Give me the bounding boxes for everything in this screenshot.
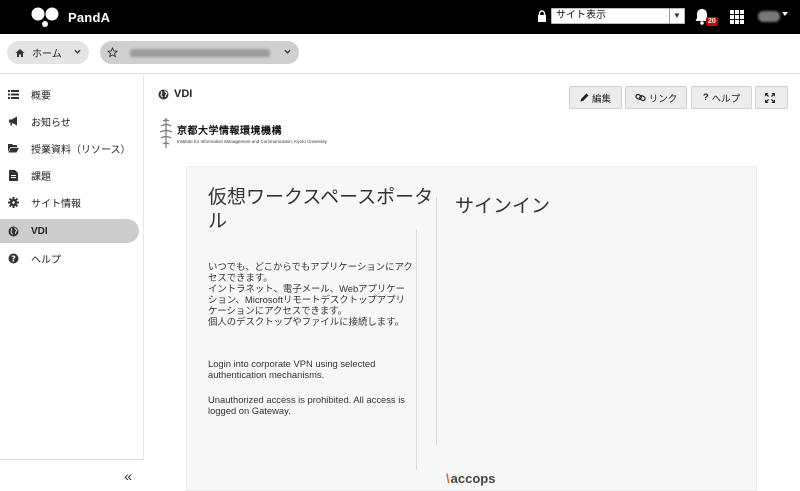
access-warning: Unauthorized access is prohibited. All a… (208, 394, 428, 416)
sidebar-item-announcements[interactable]: お知らせ (0, 109, 139, 133)
star-icon[interactable] (107, 47, 118, 58)
panda-logo[interactable]: PandA (30, 6, 110, 28)
description-line: イントラネット、電子メール、Webアプリケー (208, 283, 406, 294)
site-dropdown[interactable] (100, 41, 299, 64)
description-line: ケーションにアクセスできます。 (208, 305, 348, 316)
vdi-portal-frame: 仮想ワークスペースポータル サインイン いつでも、どこからでもアプリケーションに… (186, 166, 757, 491)
home-dropdown[interactable]: ホーム (7, 41, 89, 64)
page-title: VDI (158, 88, 192, 100)
chevron-down-icon: ▼ (669, 8, 684, 24)
description-line: いつでも、どこからでもアプリケーションにアク (208, 261, 413, 272)
accops-brand: accops (450, 471, 496, 486)
kyoto-name: 京都大学情報環境機構 (177, 126, 282, 137)
sidebar-item-label: お知らせ (31, 117, 71, 129)
accops-logo: \ accops (446, 471, 495, 486)
help-button[interactable]: ? ヘルプ (691, 86, 752, 109)
kyoto-emblem-icon (159, 118, 173, 148)
sidebar-item-assignments[interactable]: 課題 (0, 163, 139, 187)
edit-button-label: 編集 (591, 93, 611, 105)
svg-text:?: ? (11, 254, 16, 263)
panda-logo-icon (31, 7, 59, 27)
home-icon (15, 48, 25, 57)
chevron-down-icon (284, 49, 291, 54)
description-line: ション、Microsoftリモートデスクトップアプリ (208, 294, 405, 305)
globe-icon (158, 89, 169, 99)
link-icon (635, 93, 646, 102)
question-circle-icon: ? (8, 253, 19, 264)
caret-down-icon[interactable] (782, 12, 788, 16)
edit-button[interactable]: 編集 (569, 86, 622, 109)
breadcrumb: ホーム (0, 34, 800, 74)
top-bar: PandA サイト表示 ▼ 20 (0, 0, 800, 34)
warning-line: Unauthorized access is prohibited. All a… (208, 394, 405, 405)
sidebar-item-label: 概要 (31, 90, 51, 102)
kyoto-subtitle: Institute for Information Management and… (177, 139, 327, 144)
page-title-text: VDI (174, 88, 193, 100)
home-label: ホーム (32, 49, 62, 60)
notice-line: Login into corporate VPN using selected (208, 358, 376, 369)
vpn-notice: Login into corporate VPN using selected … (208, 358, 428, 380)
bullhorn-icon (8, 116, 19, 127)
sidebar-item-vdi[interactable]: VDI (0, 219, 139, 243)
file-icon (8, 169, 19, 181)
site-view-selector: サイト表示 ▼ (537, 8, 685, 24)
user-avatar[interactable] (758, 11, 780, 22)
site-name-redacted (130, 48, 270, 57)
sidebar: 概要 お知らせ 授業資料（リソース） 課題 サイト情報 VDI ? ヘルプ (0, 75, 144, 491)
divider (436, 197, 437, 445)
sidebar-item-label: VDI (31, 225, 48, 237)
expand-icon (765, 92, 775, 103)
pencil-icon (580, 93, 589, 102)
link-button[interactable]: リンク (625, 86, 687, 109)
chevron-down-icon (74, 49, 81, 54)
warning-line: logged on Gateway. (208, 405, 291, 416)
question-icon: ? (702, 92, 709, 103)
folder-open-icon (8, 143, 19, 154)
sidebar-collapse-bar: « (0, 459, 144, 491)
kyoto-university-logo: 京都大学情報環境機構 Institute for Information Man… (159, 116, 327, 150)
sidebar-item-resources[interactable]: 授業資料（リソース） (0, 136, 139, 160)
sidebar-item-label: 課題 (31, 171, 51, 183)
maximize-button[interactable] (755, 86, 788, 109)
app-name: PandA (68, 9, 111, 25)
site-view-select-value: サイト表示 (556, 10, 606, 21)
sidebar-item-label: サイト情報 (31, 198, 81, 210)
signin-heading: サインイン (455, 196, 551, 217)
list-icon (8, 89, 19, 100)
sidebar-item-overview[interactable]: 概要 (0, 82, 139, 106)
link-button-label: リンク (648, 93, 678, 105)
notice-line: authentication mechanisms. (208, 369, 325, 380)
sidebar-item-site-info[interactable]: サイト情報 (0, 190, 139, 214)
lock-icon (538, 10, 546, 22)
portal-title: 仮想ワークスペースポータル (208, 187, 434, 232)
description-line: セスできます。 (208, 272, 273, 283)
main-content: VDI 編集 リンク ? ヘルプ 京都大学情報環境機構 Institute fo… (145, 75, 800, 491)
sidebar-item-label: 授業資料（リソース） (31, 144, 131, 156)
apps-grid-icon[interactable] (730, 10, 744, 24)
sidebar-item-label: ヘルプ (31, 254, 61, 266)
sidebar-item-help[interactable]: ? ヘルプ (0, 246, 139, 270)
portal-description: いつでも、どこからでもアプリケーションにアク セスできます。 イントラネット、電… (208, 261, 428, 327)
globe-icon (8, 226, 19, 237)
help-button-label: ヘルプ (711, 93, 741, 105)
accops-mark-icon: \ (446, 471, 450, 486)
site-view-select[interactable]: サイト表示 ▼ (551, 8, 685, 24)
description-line: 個人のデスクトップやファイルに接続します。 (208, 316, 404, 327)
notification-badge: 20 (706, 17, 718, 26)
collapse-sidebar-button[interactable]: « (124, 469, 132, 483)
gear-icon (8, 196, 19, 208)
